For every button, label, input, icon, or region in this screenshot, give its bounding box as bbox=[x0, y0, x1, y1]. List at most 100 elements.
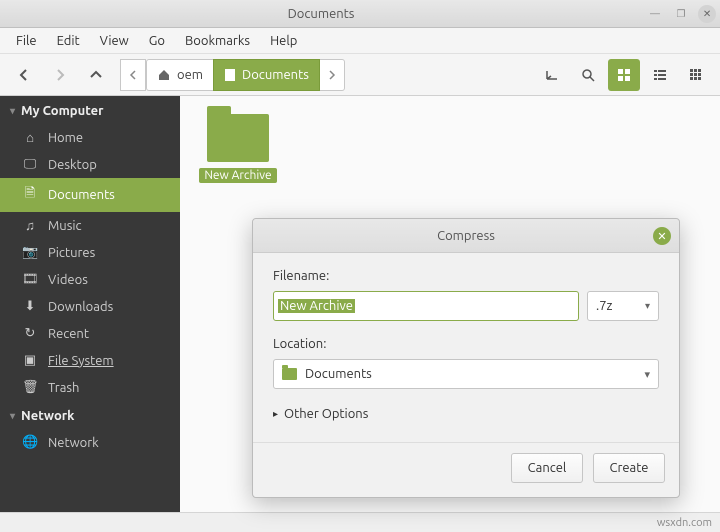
videos-icon: 🎞 bbox=[22, 272, 38, 287]
menu-bookmarks[interactable]: Bookmarks bbox=[175, 31, 260, 51]
sidebar-item-home[interactable]: ⌂ Home bbox=[0, 124, 180, 151]
chevron-left-icon bbox=[129, 70, 137, 80]
close-button[interactable]: ✕ bbox=[698, 5, 716, 23]
sidebar-item-pictures[interactable]: 📷 Pictures bbox=[0, 239, 180, 266]
other-options-expander[interactable]: ▸ Other Options bbox=[273, 407, 659, 421]
toggle-location-button[interactable] bbox=[536, 59, 568, 91]
search-icon bbox=[580, 67, 596, 83]
extension-dropdown[interactable]: .7z ▾ bbox=[587, 291, 659, 321]
sidebar-section-network[interactable]: ▾ Network bbox=[0, 401, 180, 429]
grid-icon bbox=[617, 68, 631, 82]
up-button[interactable] bbox=[80, 59, 112, 91]
path-dropdown-left[interactable] bbox=[120, 59, 146, 91]
sidebar-item-label: Pictures bbox=[48, 246, 95, 260]
sidebar: ▾ My Computer ⌂ Home 🖵 Desktop 🗎 Documen… bbox=[0, 96, 180, 512]
sidebar-item-label: Documents bbox=[48, 188, 115, 202]
list-view-button[interactable] bbox=[644, 59, 676, 91]
icon-view-button[interactable] bbox=[608, 59, 640, 91]
dialog-buttons: Cancel Create bbox=[253, 442, 679, 497]
compact-icon bbox=[689, 68, 703, 82]
network-icon: 🌐 bbox=[22, 435, 38, 450]
sidebar-item-recent[interactable]: ↻ Recent bbox=[0, 320, 180, 347]
sidebar-item-network[interactable]: 🌐 Network bbox=[0, 429, 180, 456]
location-dropdown[interactable]: Documents ▾ bbox=[273, 359, 659, 389]
chevron-right-icon bbox=[328, 70, 336, 80]
sidebar-item-documents[interactable]: 🗎 Documents bbox=[0, 178, 180, 212]
sidebar-item-label: Videos bbox=[48, 273, 88, 287]
trash-icon: 🗑 bbox=[22, 380, 38, 395]
back-button[interactable] bbox=[8, 59, 40, 91]
sidebar-item-music[interactable]: ♫ Music bbox=[0, 212, 180, 239]
sidebar-item-videos[interactable]: 🎞 Videos bbox=[0, 266, 180, 293]
dialog-close-button[interactable]: ✕ bbox=[653, 227, 671, 245]
cancel-button[interactable]: Cancel bbox=[511, 453, 583, 483]
sidebar-section-label: Network bbox=[21, 409, 74, 423]
extension-value: .7z bbox=[596, 299, 613, 313]
status-text: wsxdn.com bbox=[657, 517, 712, 529]
location-icon bbox=[544, 67, 560, 83]
minimize-button[interactable]: — bbox=[646, 5, 664, 23]
chevron-down-icon: ▾ bbox=[644, 368, 650, 381]
home-icon: ⌂ bbox=[22, 130, 38, 145]
menu-view[interactable]: View bbox=[90, 31, 139, 51]
menu-go[interactable]: Go bbox=[139, 31, 175, 51]
arrow-left-icon bbox=[16, 67, 32, 83]
desktop-icon: 🖵 bbox=[22, 157, 38, 172]
path-bar: oem Documents bbox=[120, 59, 345, 91]
chevron-down-icon: ▾ bbox=[645, 300, 650, 312]
sidebar-section-computer[interactable]: ▾ My Computer bbox=[0, 96, 180, 124]
chevron-down-icon: ▾ bbox=[10, 105, 15, 117]
menu-edit[interactable]: Edit bbox=[47, 31, 90, 51]
location-label: Location: bbox=[273, 337, 659, 351]
chevron-down-icon: ▾ bbox=[10, 410, 15, 422]
path-home[interactable]: oem bbox=[146, 59, 213, 91]
sidebar-item-downloads[interactable]: ⬇ Downloads bbox=[0, 293, 180, 320]
downloads-icon: ⬇ bbox=[22, 299, 38, 314]
sidebar-item-desktop[interactable]: 🖵 Desktop bbox=[0, 151, 180, 178]
music-icon: ♫ bbox=[22, 218, 38, 233]
document-icon: 🗎 bbox=[22, 184, 38, 206]
disk-icon: ▣ bbox=[22, 353, 38, 368]
recent-icon: ↻ bbox=[22, 326, 38, 341]
forward-button[interactable] bbox=[44, 59, 76, 91]
document-icon bbox=[224, 68, 236, 82]
sidebar-section-label: My Computer bbox=[21, 104, 103, 118]
sidebar-item-label: Recent bbox=[48, 327, 89, 341]
path-current[interactable]: Documents bbox=[213, 59, 320, 91]
window-title: Documents bbox=[288, 7, 355, 21]
create-button[interactable]: Create bbox=[593, 453, 665, 483]
home-icon bbox=[157, 68, 171, 82]
folder-label: New Archive bbox=[199, 168, 276, 183]
arrow-right-icon bbox=[52, 67, 68, 83]
pictures-icon: 📷 bbox=[22, 245, 38, 260]
sidebar-item-label: Downloads bbox=[48, 300, 113, 314]
sidebar-item-filesystem[interactable]: ▣ File System bbox=[0, 347, 180, 374]
toolbar: oem Documents bbox=[0, 54, 720, 96]
other-options-label: Other Options bbox=[284, 407, 368, 421]
chevron-right-icon: ▸ bbox=[273, 408, 278, 420]
dialog-body: Filename: New Archive .7z ▾ Location: Do… bbox=[253, 253, 679, 442]
sidebar-item-label: File System bbox=[48, 354, 114, 368]
dialog-title: Compress bbox=[437, 229, 495, 243]
create-label: Create bbox=[609, 461, 648, 475]
arrow-up-icon bbox=[88, 67, 104, 83]
filename-label: Filename: bbox=[273, 269, 659, 283]
location-value: Documents bbox=[305, 367, 372, 381]
window-titlebar: Documents — ❐ ✕ bbox=[0, 0, 720, 28]
sidebar-item-label: Network bbox=[48, 436, 99, 450]
filename-input[interactable]: New Archive bbox=[273, 291, 579, 321]
compact-view-button[interactable] bbox=[680, 59, 712, 91]
folder-item[interactable]: New Archive bbox=[198, 114, 278, 183]
folder-icon bbox=[207, 114, 269, 162]
menu-help[interactable]: Help bbox=[260, 31, 307, 51]
compress-dialog: Compress ✕ Filename: New Archive .7z ▾ L… bbox=[252, 218, 680, 498]
path-home-label: oem bbox=[177, 68, 203, 82]
sidebar-item-trash[interactable]: 🗑 Trash bbox=[0, 374, 180, 401]
close-icon: ✕ bbox=[657, 230, 666, 243]
search-button[interactable] bbox=[572, 59, 604, 91]
folder-icon bbox=[282, 368, 297, 380]
menu-file[interactable]: File bbox=[6, 31, 47, 51]
maximize-button[interactable]: ❐ bbox=[672, 5, 690, 23]
path-dropdown-right[interactable] bbox=[320, 59, 345, 91]
menubar: File Edit View Go Bookmarks Help bbox=[0, 28, 720, 54]
